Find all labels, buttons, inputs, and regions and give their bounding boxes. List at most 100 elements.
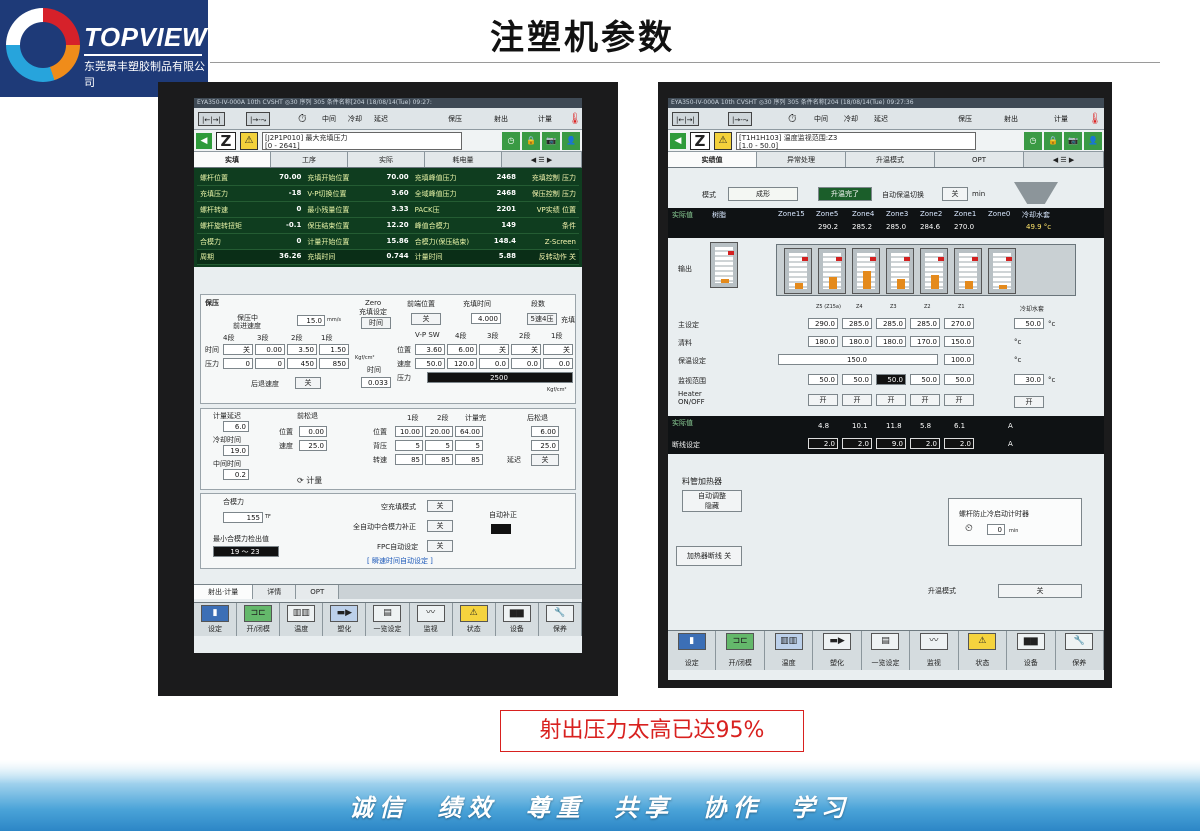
tab-abnormal[interactable]: 异常处理 [757,152,846,167]
keep-warm-input[interactable]: 150.0 [778,354,938,365]
prev-arrow-icon[interactable]: ◀ [670,133,686,149]
fill-press-input[interactable]: 2500 [427,372,573,383]
zero-time-button[interactable]: 时间 [361,317,391,329]
monitor-range-input[interactable]: 50.0 [944,374,974,385]
tab-opt[interactable]: OPT [296,585,340,599]
rpm-input[interactable]: 85 [455,454,483,465]
back-press-input[interactable]: 5 [455,440,483,451]
meter-pos-input[interactable]: 10.00 [395,426,423,437]
main-set-input[interactable]: 285.0 [842,318,872,329]
front-pos-toggle[interactable]: 关 [411,313,441,325]
main-set-input[interactable]: 285.0 [876,318,906,329]
tab-detail[interactable]: 详情 [253,585,297,599]
func-temp[interactable]: ▥▥ 温度 [765,631,814,670]
purge-input[interactable]: 150.0 [944,336,974,347]
back-speed-toggle[interactable]: 关 [295,377,321,389]
camera-icon[interactable]: 📷 [1064,132,1082,150]
fill-speed-input[interactable]: 0.0 [511,358,541,369]
lock-icon[interactable]: 🔒 [522,132,540,150]
hold-time-input[interactable]: 1.50 [319,344,349,355]
main-set-input[interactable]: 290.0 [808,318,838,329]
fill-pos-input[interactable]: 3.60 [415,344,445,355]
instant-time-link[interactable]: [ 瞬速时间自动设定 ] [367,556,433,566]
fill-pos-input[interactable]: 关 [479,344,509,355]
heater-toggle[interactable]: 开 [842,394,872,406]
purge-input[interactable]: 180.0 [808,336,838,347]
empty-fill-toggle[interactable]: 关 [427,500,453,512]
monitor-range-input[interactable]: 50.0 [808,374,838,385]
pre-speed-input[interactable]: 25.0 [299,440,327,451]
clock-icon[interactable]: ◷ [1024,132,1042,150]
auto-keep-toggle[interactable]: 关 [942,187,968,201]
break-input[interactable]: 2.0 [944,438,974,449]
fill-speed-input[interactable]: 120.0 [447,358,477,369]
heater-toggle[interactable]: 开 [910,394,940,406]
fill-speed-input[interactable]: 0.0 [479,358,509,369]
heater-break-button[interactable]: 加热器断线 关 [676,546,742,566]
auto-clamp-toggle[interactable]: 关 [427,520,453,532]
func-overview[interactable]: ▤ 一览设定 [862,631,911,670]
keep-warm-input[interactable]: 100.0 [944,354,974,365]
func-setup[interactable]: ▮ 设定 [194,603,238,636]
rpm-input[interactable]: 85 [395,454,423,465]
back-press-input[interactable]: 5 [425,440,453,451]
fill-pos-input[interactable]: 6.00 [447,344,477,355]
clamp-force-input[interactable]: 155 [223,512,263,523]
func-monitor[interactable]: 〰监视 [410,603,453,636]
monitor-range-input[interactable]: 50.0 [910,374,940,385]
post-speed-input[interactable]: 25.0 [531,440,559,451]
func-monitor[interactable]: 〰监视 [910,631,959,670]
tab-inject-meter[interactable]: 射出·计量 [194,585,254,599]
stage-count-button[interactable]: 5速4压 [527,313,557,325]
hold-time-input[interactable]: 关 [223,344,253,355]
auto-adjust-button[interactable]: 自动调整 隐藏 [682,490,742,512]
back-press-input[interactable]: 5 [395,440,423,451]
func-mold[interactable]: ⊐⊏ 开/闭模 [716,631,765,670]
hold-press-input[interactable]: 850 [319,358,349,369]
func-maint[interactable]: 🔧 保养 [1056,631,1104,670]
tab-scroll-arrows[interactable]: ◀ ☰ ▶ [1024,152,1104,167]
break-input[interactable]: 2.0 [842,438,872,449]
tab-heat-mode[interactable]: 升温模式 [846,152,935,167]
tab-fill[interactable]: 实填 [194,152,271,167]
clock-icon[interactable]: ◷ [502,132,520,150]
heater-toggle[interactable]: 开 [876,394,906,406]
cooling-heater-toggle[interactable]: 开 [1014,396,1044,408]
fill-pos-input[interactable]: 关 [543,344,573,355]
monitor-range-input[interactable]: 50.0 [842,374,872,385]
func-device[interactable]: ▆▆ 设备 [1007,631,1056,670]
meter-pos-input[interactable]: 20.00 [425,426,453,437]
warning-icon[interactable]: ⚠ [714,132,732,150]
purge-input[interactable]: 170.0 [910,336,940,347]
monitor-range-input[interactable]: 50.0 [876,374,906,385]
time-input[interactable]: 0.033 [361,377,391,388]
purge-input[interactable]: 180.0 [876,336,906,347]
hold-time-input[interactable]: 0.00 [255,344,285,355]
purge-input[interactable]: 180.0 [842,336,872,347]
fill-speed-input[interactable]: 50.0 [415,358,445,369]
tab-opt[interactable]: OPT [935,152,1024,167]
meter-pos-input[interactable]: 64.00 [455,426,483,437]
cooling-range-input[interactable]: 30.0 [1014,374,1044,385]
func-plasticize[interactable]: ▬▶ 塑化 [813,631,862,670]
user-icon[interactable]: 👤 [1084,132,1102,150]
tab-actual[interactable]: 实绩值 [668,152,757,167]
hold-time-input[interactable]: 3.50 [287,344,317,355]
camera-icon[interactable]: 📷 [542,132,560,150]
tab-process[interactable]: 工序 [271,152,348,167]
fill-time-input[interactable]: 4.000 [471,313,501,324]
mode-value[interactable]: 成形 [728,187,798,201]
func-overview[interactable]: ▤ 一览设定 [366,603,410,636]
lock-icon[interactable]: 🔒 [1044,132,1062,150]
func-device[interactable]: ▆▆ 设备 [496,603,539,636]
break-input[interactable]: 9.0 [876,438,906,449]
warning-icon[interactable]: ⚠ [240,132,258,150]
cooling-set-input[interactable]: 50.0 [1014,318,1044,329]
tab-actual[interactable]: 实际 [348,152,425,167]
fill-pos-input[interactable]: 关 [511,344,541,355]
pre-pos-input[interactable]: 0.00 [299,426,327,437]
prev-arrow-icon[interactable]: ◀ [196,133,212,149]
func-status[interactable]: ⚠ 状态 [959,631,1008,670]
break-input[interactable]: 2.0 [808,438,838,449]
meter-delay-input[interactable]: 6.0 [223,421,249,432]
